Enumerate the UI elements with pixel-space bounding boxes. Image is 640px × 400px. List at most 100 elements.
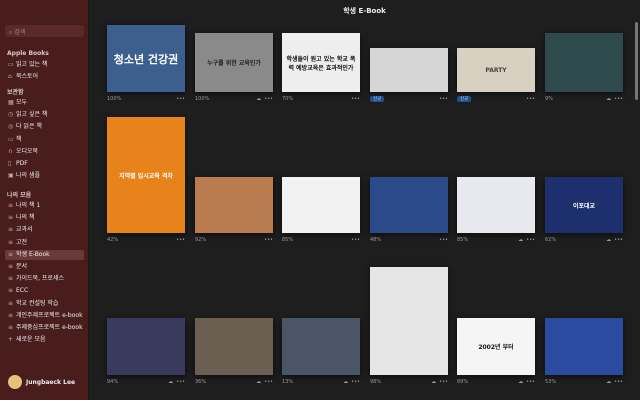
sidebar-item[interactable]: ∩ 오디오북: [5, 147, 84, 157]
sidebar-item[interactable]: ▭ 책: [5, 135, 84, 145]
section-header: 보관함: [7, 89, 24, 96]
cloud-download-icon[interactable]: ☁: [606, 379, 611, 385]
more-options-icon[interactable]: •••: [264, 379, 273, 385]
book-cover[interactable]: 누구를 위한 교육인가: [195, 33, 273, 92]
sidebar-item-label: 나의 샘플: [16, 172, 40, 180]
section-header: 나의 모음: [7, 192, 32, 199]
user-profile[interactable]: Jungbaeck Lee: [8, 375, 75, 389]
sidebar-item[interactable]: ⌂ 북스토어: [5, 72, 84, 82]
sidebar-item[interactable]: ≡ 개인주제프로젝트 e-book: [5, 311, 84, 321]
sidebar-item-label: 교과서: [16, 226, 33, 234]
progress: 92%: [195, 237, 207, 243]
more-options-icon[interactable]: •••: [264, 237, 273, 243]
sidebar-item-label: 문서: [16, 263, 28, 270]
progress: 36%: [195, 379, 207, 385]
check-circle-icon: ◎: [8, 123, 14, 131]
book-open-icon: ▭: [8, 61, 14, 68]
cloud-download-icon[interactable]: ☁: [256, 379, 261, 385]
sidebar-item[interactable]: ≡ 주제중심프로젝트 e-book: [5, 323, 84, 333]
sidebar-item[interactable]: ≡ 나의 책: [5, 213, 84, 223]
book-cover[interactable]: [282, 318, 360, 375]
sidebar-item[interactable]: ≡ 문서: [5, 262, 84, 272]
book-info: 9% ☁ •••: [545, 95, 623, 103]
sidebar-item-label: 새로운 모음: [16, 336, 46, 344]
book-cover[interactable]: [370, 177, 448, 233]
progress: 70%: [282, 96, 294, 102]
cloud-download-icon[interactable]: ☁: [606, 96, 611, 102]
more-options-icon[interactable]: •••: [176, 379, 185, 385]
book-cover[interactable]: 학생들이 원고 있는 학교 폭력 예방교육은 효과적인가: [282, 33, 360, 92]
more-options-icon[interactable]: •••: [526, 237, 535, 243]
sidebar-item[interactable]: ▭ 읽고 있는 책: [5, 60, 84, 70]
more-options-icon[interactable]: •••: [614, 237, 623, 243]
book-cover[interactable]: 이포대교: [545, 177, 623, 233]
cloud-download-icon[interactable]: ☁: [606, 237, 611, 243]
progress: 94%: [107, 379, 119, 385]
sidebar-item[interactable]: ≡ ECC: [5, 286, 84, 296]
more-options-icon[interactable]: •••: [439, 96, 448, 102]
sidebar-item[interactable]: ≡ 가이드북, 프로세스: [5, 274, 84, 284]
more-options-icon[interactable]: •••: [614, 96, 623, 102]
more-options-icon[interactable]: •••: [526, 96, 535, 102]
cloud-download-icon[interactable]: ☁: [256, 96, 261, 102]
book-cover[interactable]: [545, 318, 623, 375]
cloud-download-icon[interactable]: ☁: [518, 379, 523, 385]
sidebar-item[interactable]: ◷ 읽고 싶은 책: [5, 110, 84, 120]
book-cover[interactable]: [195, 318, 273, 375]
list-icon: ≡: [8, 250, 14, 258]
book-info: 62% ☁ •••: [545, 236, 623, 244]
book-cover[interactable]: 2002년 부터: [457, 318, 535, 375]
book-cover[interactable]: 지역별 입시교육 격차: [107, 117, 185, 233]
book-cover[interactable]: [545, 33, 623, 92]
sidebar-item-label: 학교 컨설팅 학습: [16, 299, 59, 307]
book-cover[interactable]: [370, 48, 448, 92]
sidebar-item-label: 모두: [16, 99, 28, 106]
sidebar-item-label: 개인주제프로젝트 e-book: [16, 311, 83, 319]
book-cover[interactable]: [107, 318, 185, 375]
book-info: 48% •••: [370, 236, 448, 244]
cloud-download-icon[interactable]: ☁: [518, 237, 523, 243]
more-options-icon[interactable]: •••: [351, 379, 360, 385]
progress: 100%: [107, 96, 122, 102]
sidebar-item[interactable]: ◎ 다 읽은 책: [5, 122, 84, 132]
cloud-download-icon[interactable]: ☁: [431, 379, 436, 385]
cloud-download-icon[interactable]: ☁: [168, 379, 173, 385]
more-options-icon[interactable]: •••: [264, 96, 273, 102]
more-options-icon[interactable]: •••: [614, 379, 623, 385]
book-cover[interactable]: [370, 267, 448, 375]
sidebar-item[interactable]: ▦ 모두: [5, 98, 84, 108]
sidebar-item[interactable]: ▯ PDF: [5, 159, 84, 169]
more-options-icon[interactable]: •••: [351, 96, 360, 102]
more-options-icon[interactable]: •••: [439, 237, 448, 243]
more-options-icon[interactable]: •••: [176, 237, 185, 243]
sidebar-item[interactable]: ▣ 나의 샘플: [5, 171, 84, 181]
progress: 48%: [370, 237, 382, 243]
more-options-icon[interactable]: •••: [526, 379, 535, 385]
sidebar-item[interactable]: ≡ 교과서: [5, 225, 84, 235]
book-cover[interactable]: 청소년 건강권: [107, 25, 185, 92]
search-input[interactable]: ⌕ 검색: [5, 25, 84, 37]
sidebar-item-label: 나의 책 1: [16, 202, 41, 209]
sidebar-item-label: 가이드북, 프로세스: [16, 275, 64, 283]
book-cover[interactable]: PARTY: [457, 48, 535, 92]
cloud-download-icon[interactable]: ☁: [343, 379, 348, 385]
sidebar-item[interactable]: ≡ 고전: [5, 238, 84, 248]
book-info: 100% ☁ •••: [195, 95, 273, 103]
book-cover[interactable]: [457, 177, 535, 233]
sidebar-item[interactable]: ≡ 학교 컨설팅 학습: [5, 299, 84, 309]
sidebar-item[interactable]: ≡ 나의 책 1: [5, 201, 84, 211]
cover-title: 이포대교: [572, 202, 596, 210]
book-cover[interactable]: [195, 177, 273, 233]
progress: 98%: [370, 379, 382, 385]
scrollbar[interactable]: [635, 22, 638, 100]
book-cover[interactable]: [282, 177, 360, 233]
progress: 100%: [195, 96, 210, 102]
sidebar-item[interactable]: ≡ 학생 E-Book: [5, 249, 84, 260]
more-options-icon[interactable]: •••: [351, 237, 360, 243]
sidebar-item[interactable]: + 새로운 모음: [5, 335, 84, 345]
progress: 42%: [107, 237, 119, 243]
book-icon: ▭: [8, 135, 14, 143]
new-badge: 신규: [370, 96, 385, 102]
more-options-icon[interactable]: •••: [176, 96, 185, 102]
more-options-icon[interactable]: •••: [439, 379, 448, 385]
